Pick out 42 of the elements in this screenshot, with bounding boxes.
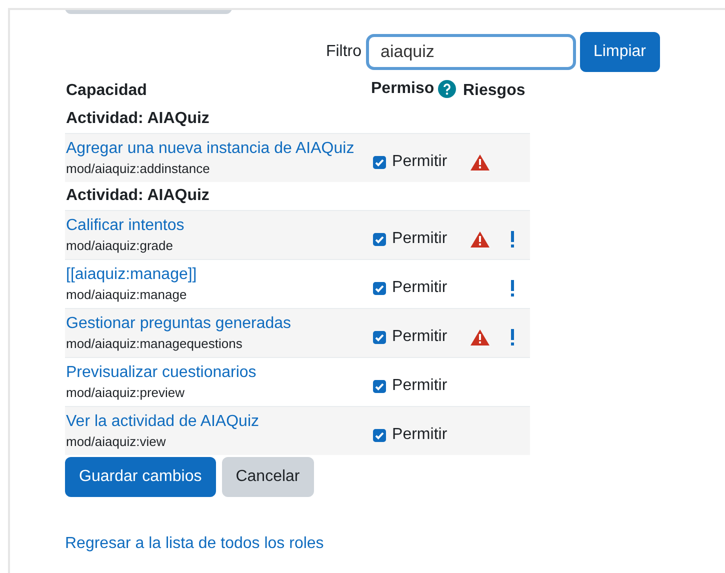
column-header: Riesgos [463, 82, 526, 100]
help-icon[interactable] [438, 80, 456, 98]
capability-link[interactable]: Agregar una nueva instancia de AIAQuiz [66, 140, 354, 158]
permission-label: Permitir [392, 328, 448, 346]
permission-label: Permitir [392, 230, 448, 248]
capability-link[interactable]: [[aiaquiz:manage]] [66, 266, 197, 284]
capability-link[interactable]: Calificar intentos [66, 217, 184, 235]
back-link[interactable]: Regresar a la lista de todos los roles [65, 535, 324, 553]
permission-checkbox[interactable] [373, 330, 386, 344]
warning-icon [470, 154, 490, 170]
cancel-button[interactable]: Cancelar [222, 457, 314, 497]
column-header: Capacidad [65, 82, 148, 100]
permission-checkbox[interactable] [373, 428, 386, 442]
permission-checkbox[interactable] [373, 232, 386, 246]
capability-code: mod/aiaquiz:managequestions [66, 336, 244, 351]
capability-link[interactable]: Ver la actividad de AIAQuiz [66, 413, 259, 431]
permission-checkbox[interactable] [373, 380, 386, 392]
capability-link[interactable]: Previsualizar cuestionarios [66, 364, 256, 382]
filter-field[interactable]: aiaquiz [366, 34, 576, 70]
filter-label: Filtro [326, 43, 362, 61]
permission-label: Permitir [392, 279, 448, 297]
warning-icon [470, 230, 490, 248]
permission-label: Permitir [392, 426, 448, 444]
capability-code: mod/aiaquiz:addinstance [66, 161, 211, 176]
exclamation-icon [510, 328, 515, 346]
exclamation-icon [510, 230, 515, 248]
permission-checkbox[interactable] [373, 282, 386, 294]
warning-icon [470, 328, 490, 346]
permission-checkbox[interactable] [373, 156, 386, 168]
save-button[interactable]: Guardar cambios [65, 457, 216, 497]
capability-code: mod/aiaquiz:view [66, 434, 167, 449]
exclamation-icon [510, 280, 515, 296]
permission-label: Permitir [392, 377, 448, 395]
column-header: Permiso [371, 80, 434, 98]
capability-code: mod/aiaquiz:preview [66, 385, 186, 400]
clear-button[interactable]: Limpiar [580, 32, 660, 72]
permission-label: Permitir [392, 153, 448, 171]
group-heading: Actividad: AIAQuiz [65, 109, 210, 129]
group-heading: Actividad: AIAQuiz [65, 186, 210, 206]
capability-code: mod/aiaquiz:manage [66, 287, 188, 302]
capability-code: mod/aiaquiz:grade [66, 238, 174, 253]
capability-link[interactable]: Gestionar preguntas generadas [66, 315, 292, 333]
